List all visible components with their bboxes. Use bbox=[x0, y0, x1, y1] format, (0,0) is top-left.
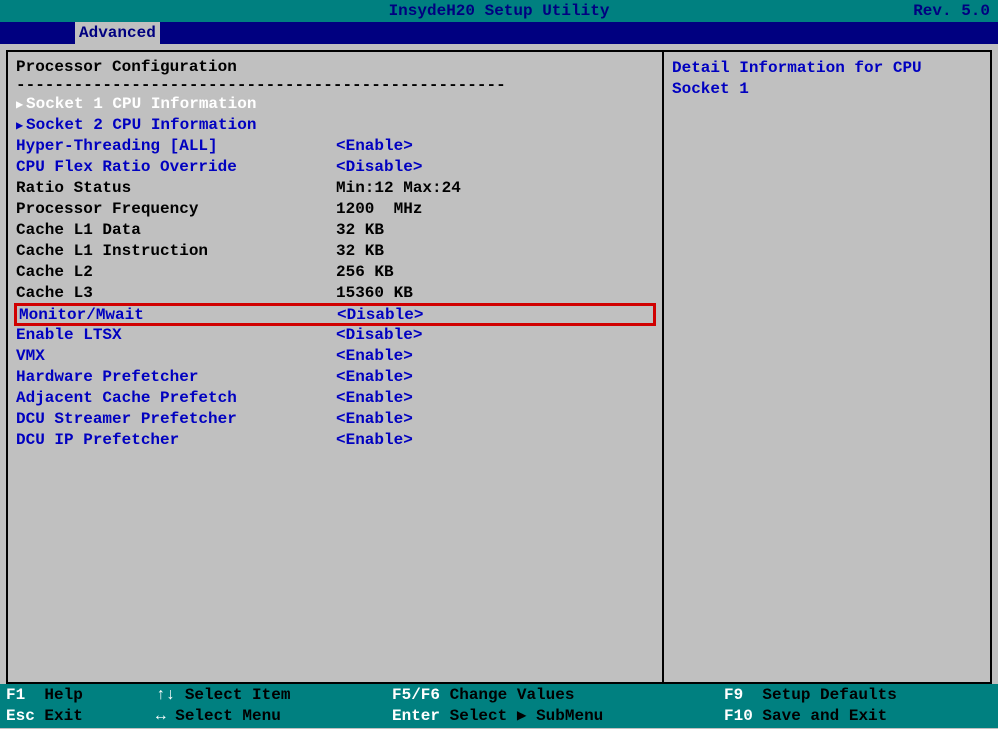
option-adjacent-cache-prefetch[interactable]: Adjacent Cache Prefetch <Enable> bbox=[16, 388, 654, 409]
info-label: Cache L1 Data bbox=[16, 220, 336, 241]
updown-label: Select Item bbox=[185, 685, 291, 706]
info-label: Processor Frequency bbox=[16, 199, 336, 220]
f1-label: Help bbox=[44, 685, 82, 706]
info-value: Min:12 Max:24 bbox=[336, 178, 654, 199]
footer-f9-setup-defaults: F9 Setup Defaults bbox=[724, 685, 992, 706]
submenu-label: Socket 2 CPU Information bbox=[16, 115, 336, 136]
info-cache-l1-instruction: Cache L1 Instruction 32 KB bbox=[16, 241, 654, 262]
key-f9: F9 bbox=[724, 685, 743, 706]
option-label: Adjacent Cache Prefetch bbox=[16, 388, 336, 409]
option-value: <Disable> bbox=[336, 325, 654, 346]
footer-updown-select-item: Select Item bbox=[156, 685, 392, 706]
option-value: <Enable> bbox=[336, 346, 654, 367]
highlighted-option-monitor-mwait[interactable]: Monitor/Mwait <Disable> bbox=[14, 303, 656, 326]
info-value: 15360 KB bbox=[336, 283, 654, 304]
esc-label: Exit bbox=[44, 706, 82, 727]
option-value: <Disable> bbox=[336, 157, 654, 178]
f5f6-label: Change Values bbox=[450, 685, 575, 706]
key-f5f6: F5/F6 bbox=[392, 685, 440, 706]
info-cache-l2: Cache L2 256 KB bbox=[16, 262, 654, 283]
info-value: 1200 MHz bbox=[336, 199, 654, 220]
info-label: Cache L2 bbox=[16, 262, 336, 283]
option-value: <Enable> bbox=[336, 388, 654, 409]
option-label: DCU IP Prefetcher bbox=[16, 430, 336, 451]
help-panel: Detail Information for CPU Socket 1 bbox=[662, 50, 992, 684]
f9-label: Setup Defaults bbox=[762, 685, 896, 706]
option-label: CPU Flex Ratio Override bbox=[16, 157, 336, 178]
option-value: <Enable> bbox=[336, 367, 654, 388]
footer-f5f6-change-values: F5/F6 Change Values bbox=[392, 685, 724, 706]
footer-leftright-select-menu: Select Menu bbox=[156, 706, 392, 727]
info-label: Ratio Status bbox=[16, 178, 336, 199]
submenu-socket1[interactable]: Socket 1 CPU Information bbox=[16, 94, 654, 115]
option-label: Hardware Prefetcher bbox=[16, 367, 336, 388]
tab-bar: Advanced bbox=[0, 22, 998, 44]
app-title: InsydeH20 Setup Utility bbox=[389, 2, 610, 20]
help-line: Detail Information for CPU bbox=[672, 58, 982, 79]
info-cache-l1-data: Cache L1 Data 32 KB bbox=[16, 220, 654, 241]
divider: ----------------------------------------… bbox=[16, 76, 654, 94]
footer-esc-exit: Esc Exit bbox=[6, 706, 156, 727]
leftright-arrows-icon bbox=[156, 706, 166, 727]
settings-panel: Processor Configuration ----------------… bbox=[6, 50, 662, 684]
option-enable-ltsx[interactable]: Enable LTSX <Disable> bbox=[16, 325, 654, 346]
info-label: Cache L3 bbox=[16, 283, 336, 304]
info-value: 32 KB bbox=[336, 241, 654, 262]
tab-advanced[interactable]: Advanced bbox=[75, 22, 160, 44]
info-processor-frequency: Processor Frequency 1200 MHz bbox=[16, 199, 654, 220]
help-line: Socket 1 bbox=[672, 79, 982, 100]
option-vmx[interactable]: VMX <Enable> bbox=[16, 346, 654, 367]
submenu-socket2[interactable]: Socket 2 CPU Information bbox=[16, 115, 654, 136]
section-title: Processor Configuration bbox=[16, 58, 654, 76]
leftright-label: Select Menu bbox=[175, 706, 281, 727]
key-esc: Esc bbox=[6, 706, 35, 727]
key-f10: F10 bbox=[724, 706, 753, 727]
option-label: VMX bbox=[16, 346, 336, 367]
footer-f10-save-and-exit: F10 Save and Exit bbox=[724, 706, 992, 727]
option-hardware-prefetcher[interactable]: Hardware Prefetcher <Enable> bbox=[16, 367, 654, 388]
info-ratio-status: Ratio Status Min:12 Max:24 bbox=[16, 178, 654, 199]
submenu-label: Socket 1 CPU Information bbox=[16, 94, 336, 115]
main-body: Processor Configuration ----------------… bbox=[0, 44, 998, 684]
info-cache-l3: Cache L3 15360 KB bbox=[16, 283, 654, 304]
option-value: <Disable> bbox=[337, 306, 651, 324]
option-label: Enable LTSX bbox=[16, 325, 336, 346]
key-f1: F1 bbox=[6, 685, 25, 706]
f10-label: Save and Exit bbox=[762, 706, 887, 727]
info-value: 32 KB bbox=[336, 220, 654, 241]
option-cpu-flex-ratio[interactable]: CPU Flex Ratio Override <Disable> bbox=[16, 157, 654, 178]
option-hyperthreading[interactable]: Hyper-Threading [ALL] <Enable> bbox=[16, 136, 654, 157]
key-enter: Enter bbox=[392, 706, 440, 727]
option-dcu-ip-prefetcher[interactable]: DCU IP Prefetcher <Enable> bbox=[16, 430, 654, 451]
option-value: <Enable> bbox=[336, 409, 654, 430]
option-label: DCU Streamer Prefetcher bbox=[16, 409, 336, 430]
option-dcu-streamer-prefetcher[interactable]: DCU Streamer Prefetcher <Enable> bbox=[16, 409, 654, 430]
title-bar: InsydeH20 Setup Utility Rev. 5.0 bbox=[0, 0, 998, 22]
option-label: Monitor/Mwait bbox=[19, 306, 337, 324]
footer-enter-select-submenu: Enter Select ▶ SubMenu bbox=[392, 706, 724, 727]
option-label: Hyper-Threading [ALL] bbox=[16, 136, 336, 157]
revision-label: Rev. 5.0 bbox=[913, 2, 990, 20]
footer-bar: F1 Help Select Item F5/F6 Change Values … bbox=[0, 684, 998, 728]
info-value: 256 KB bbox=[336, 262, 654, 283]
option-value: <Enable> bbox=[336, 430, 654, 451]
info-label: Cache L1 Instruction bbox=[16, 241, 336, 262]
footer-f1-help: F1 Help bbox=[6, 685, 156, 706]
enter-label: Select ▶ SubMenu bbox=[450, 706, 604, 727]
option-value: <Enable> bbox=[336, 136, 654, 157]
updown-arrows-icon bbox=[156, 685, 175, 706]
